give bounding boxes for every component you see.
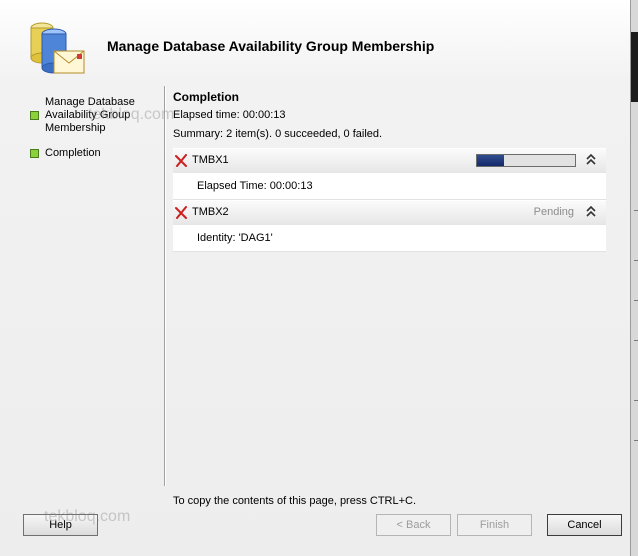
task-detail-tmbx2: Identity: 'DAG1' (173, 225, 606, 252)
nav-item-label: Manage Database Availability Group Membe… (45, 96, 135, 134)
task-name: TMBX1 (192, 154, 229, 166)
vertical-divider (164, 86, 166, 486)
task-detail-tmbx1: Elapsed Time: 00:00:13 (173, 173, 606, 200)
task-row-tmbx1[interactable]: TMBX1 (173, 148, 606, 173)
green-bullet-icon (30, 111, 39, 120)
wizard-title: Manage Database Availability Group Membe… (107, 38, 435, 54)
nav-item-label: Completion (45, 147, 101, 159)
collapse-chevron-icon[interactable] (585, 153, 597, 167)
section-title: Completion (173, 90, 239, 104)
help-button[interactable]: Help (23, 514, 98, 536)
wizard-step-list: Manage Database Availability Group Membe… (28, 96, 160, 160)
wizard-window: Manage Database Availability Group Membe… (0, 0, 630, 556)
database-mail-icon (30, 22, 85, 74)
green-bullet-icon (30, 149, 39, 158)
background-window-edge (630, 0, 638, 556)
completion-panel: Completion Elapsed time: 00:00:13 Summar… (173, 90, 606, 252)
finish-button[interactable]: Finish (457, 514, 532, 536)
collapse-chevron-icon[interactable] (585, 205, 597, 219)
task-row-tmbx2[interactable]: TMBX2 Pending (173, 200, 606, 225)
progress-fill (477, 155, 505, 166)
cancel-button[interactable]: Cancel (547, 514, 622, 536)
task-name: TMBX2 (192, 206, 229, 218)
error-x-icon (175, 154, 187, 167)
nav-item-manage-dag-membership[interactable]: Manage Database Availability Group Membe… (28, 96, 160, 136)
task-progress-bar (476, 154, 576, 167)
summary-text: Summary: 2 item(s). 0 succeeded, 0 faile… (173, 128, 383, 140)
back-button[interactable]: < Back (376, 514, 451, 536)
task-detail-text: Elapsed Time: 00:00:13 (197, 180, 313, 192)
task-status: Pending (533, 206, 574, 218)
task-detail-text: Identity: 'DAG1' (197, 232, 273, 244)
copy-hint-text: To copy the contents of this page, press… (173, 495, 417, 507)
elapsed-time: Elapsed time: 00:00:13 (173, 109, 286, 121)
nav-item-completion[interactable]: Completion (28, 147, 160, 160)
error-x-icon (175, 206, 187, 219)
